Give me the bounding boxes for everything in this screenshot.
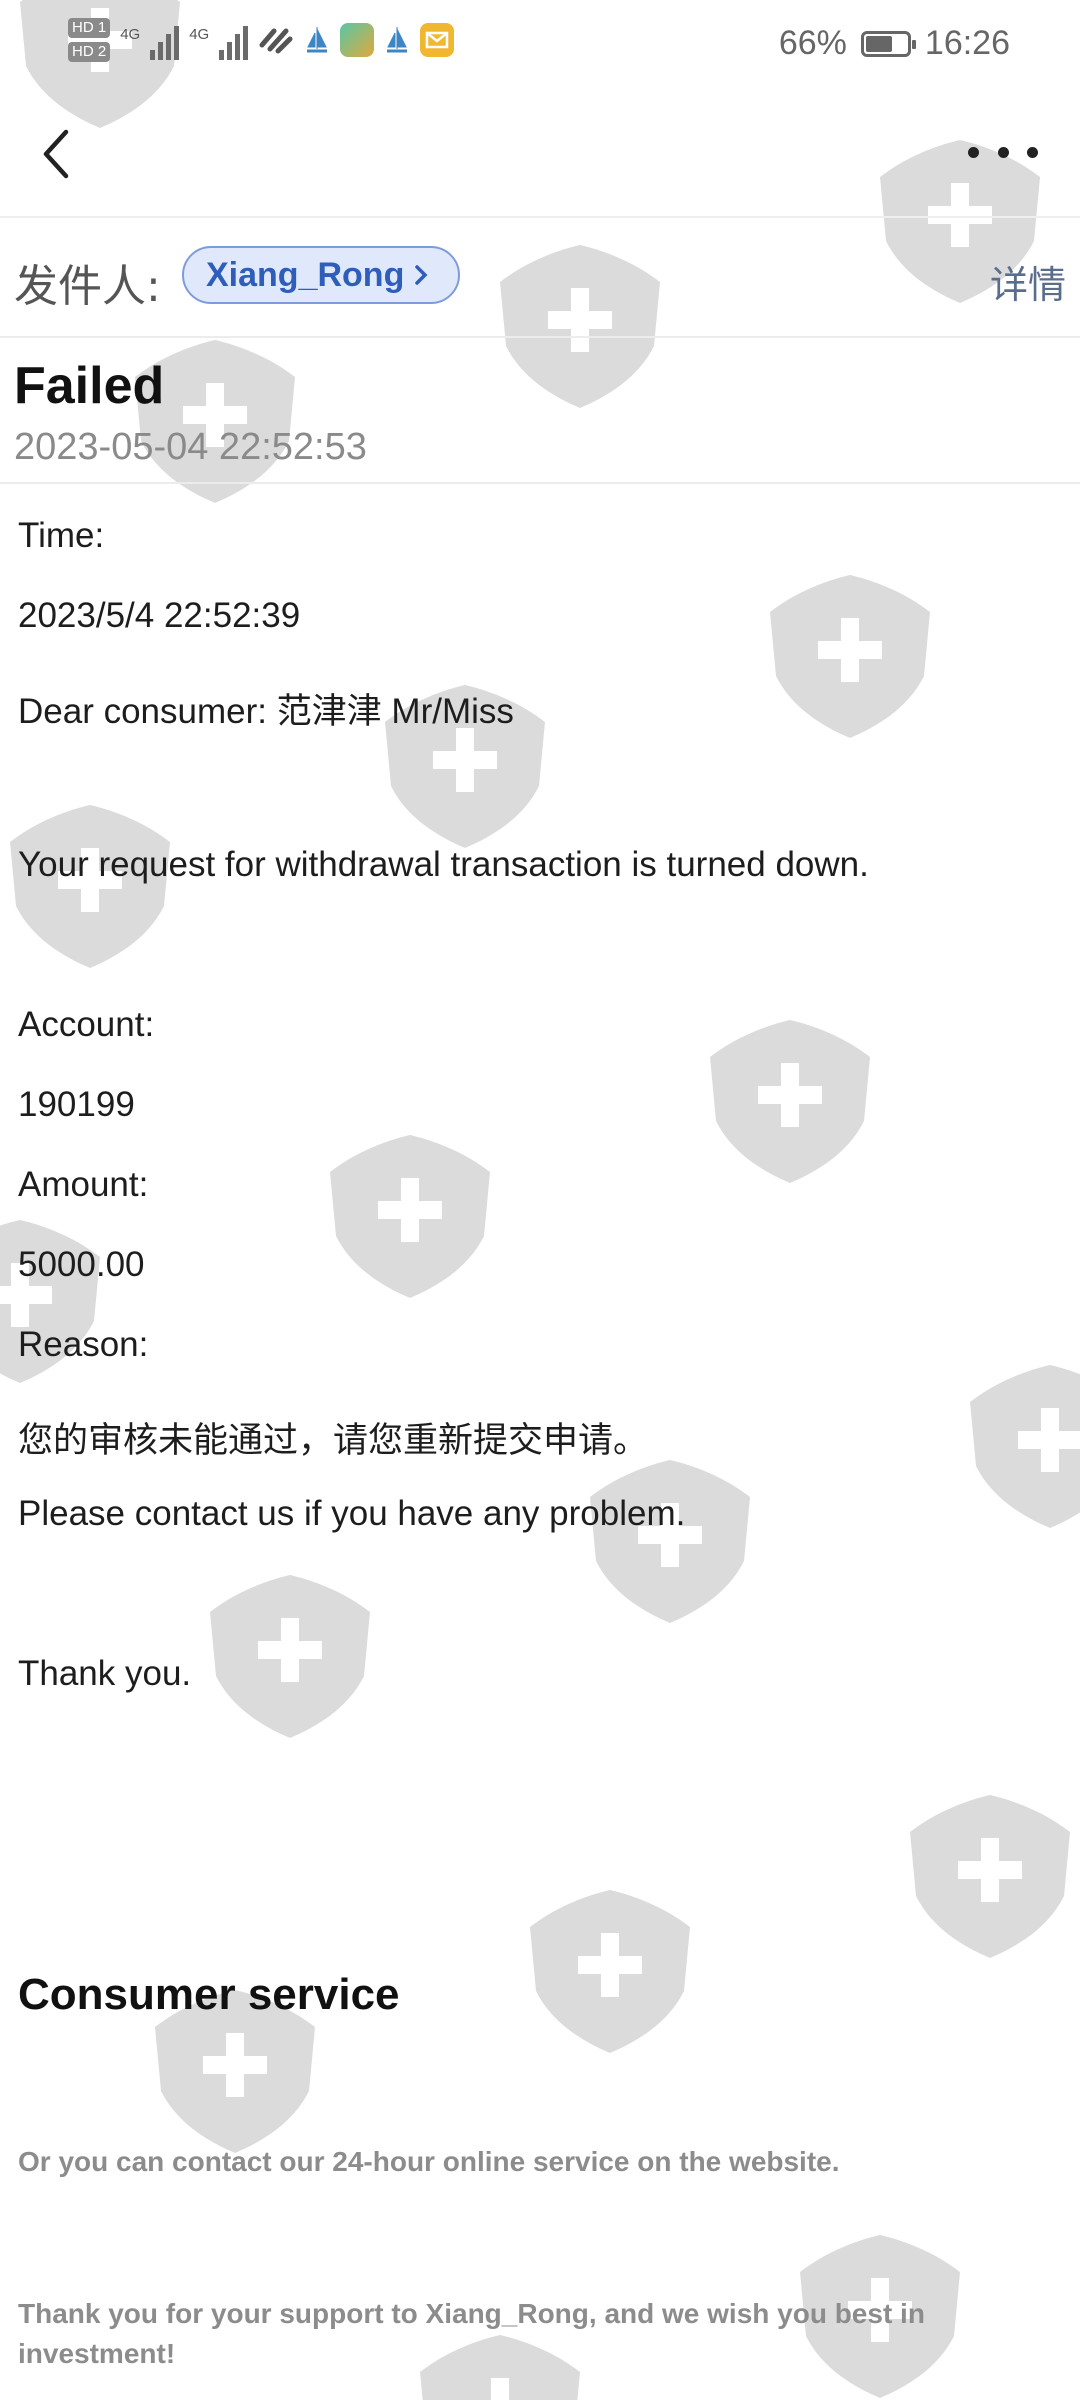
more-options-button[interactable] (968, 136, 1038, 168)
status-bar-left: HD 1 HD 2 4G 4G (68, 18, 455, 62)
status-bar: HD 1 HD 2 4G 4G 66% 16:26 (0, 0, 1080, 96)
mail-notification-icon (420, 23, 455, 57)
thanks-line: Thank you. (18, 1654, 192, 1693)
account-label: Account: (18, 1005, 155, 1044)
account-value: 190199 (18, 1085, 135, 1124)
chevron-left-icon (43, 129, 69, 179)
sailboat-app-icon (307, 27, 328, 53)
details-link[interactable]: 详情 (990, 254, 1066, 309)
time-label: Time: (18, 516, 105, 555)
hd-badges: HD 1 HD 2 (68, 18, 111, 62)
network-type-label: 4G (120, 26, 141, 43)
message-subject: Failed (14, 357, 165, 415)
signal-icon (219, 20, 249, 60)
battery-fill (865, 35, 893, 52)
reason-label: Reason: (18, 1325, 149, 1364)
mail-toolbar (0, 96, 1080, 218)
notice-line: Your request for withdrawal transaction … (18, 845, 869, 884)
battery-percent: 66% (778, 24, 847, 62)
sender-name: Xiang_Rong (206, 255, 405, 294)
closing-line: Thank you for your support to Xiang_Rong… (18, 2298, 925, 2369)
sender-label: 发件人: (14, 261, 161, 312)
greeting-line: Dear consumer: 范津津 Mr/Miss (18, 692, 514, 731)
clock: 16:26 (924, 24, 1010, 62)
signal-icon (150, 20, 180, 60)
back-button[interactable] (30, 118, 86, 190)
hd-badge: HD 1 (68, 18, 111, 38)
header-divider (0, 482, 1080, 484)
more-horizontal-icon (968, 146, 979, 158)
service-line: Or you can contact our 24-hour online se… (18, 2146, 840, 2177)
network-type-label: 4G (189, 26, 210, 43)
chevron-right-icon (415, 265, 428, 285)
consumer-service-heading: Consumer service (18, 1970, 400, 2019)
battery-icon (860, 30, 916, 57)
reason-value: 您的审核未能通过，请您重新提交申请。 (18, 1421, 649, 1461)
app-notification-icon (340, 23, 375, 57)
contact-line: Please contact us if you have any proble… (18, 1494, 686, 1533)
hd-badge: HD 2 (68, 42, 111, 62)
status-bar-right: 66% 16:26 (779, 24, 1010, 63)
sender-row: 发件人: Xiang_Rong 详情 (0, 218, 1080, 338)
time-value: 2023/5/4 22:52:39 (18, 596, 301, 635)
sailboat-app-icon (387, 27, 408, 53)
message-date: 2023-05-04 22:52:53 (14, 426, 367, 468)
amount-label: Amount: (18, 1165, 149, 1204)
sender-chip[interactable]: Xiang_Rong (182, 246, 461, 304)
amount-value: 5000.00 (18, 1245, 145, 1284)
wifi-calling-icon (259, 28, 293, 54)
